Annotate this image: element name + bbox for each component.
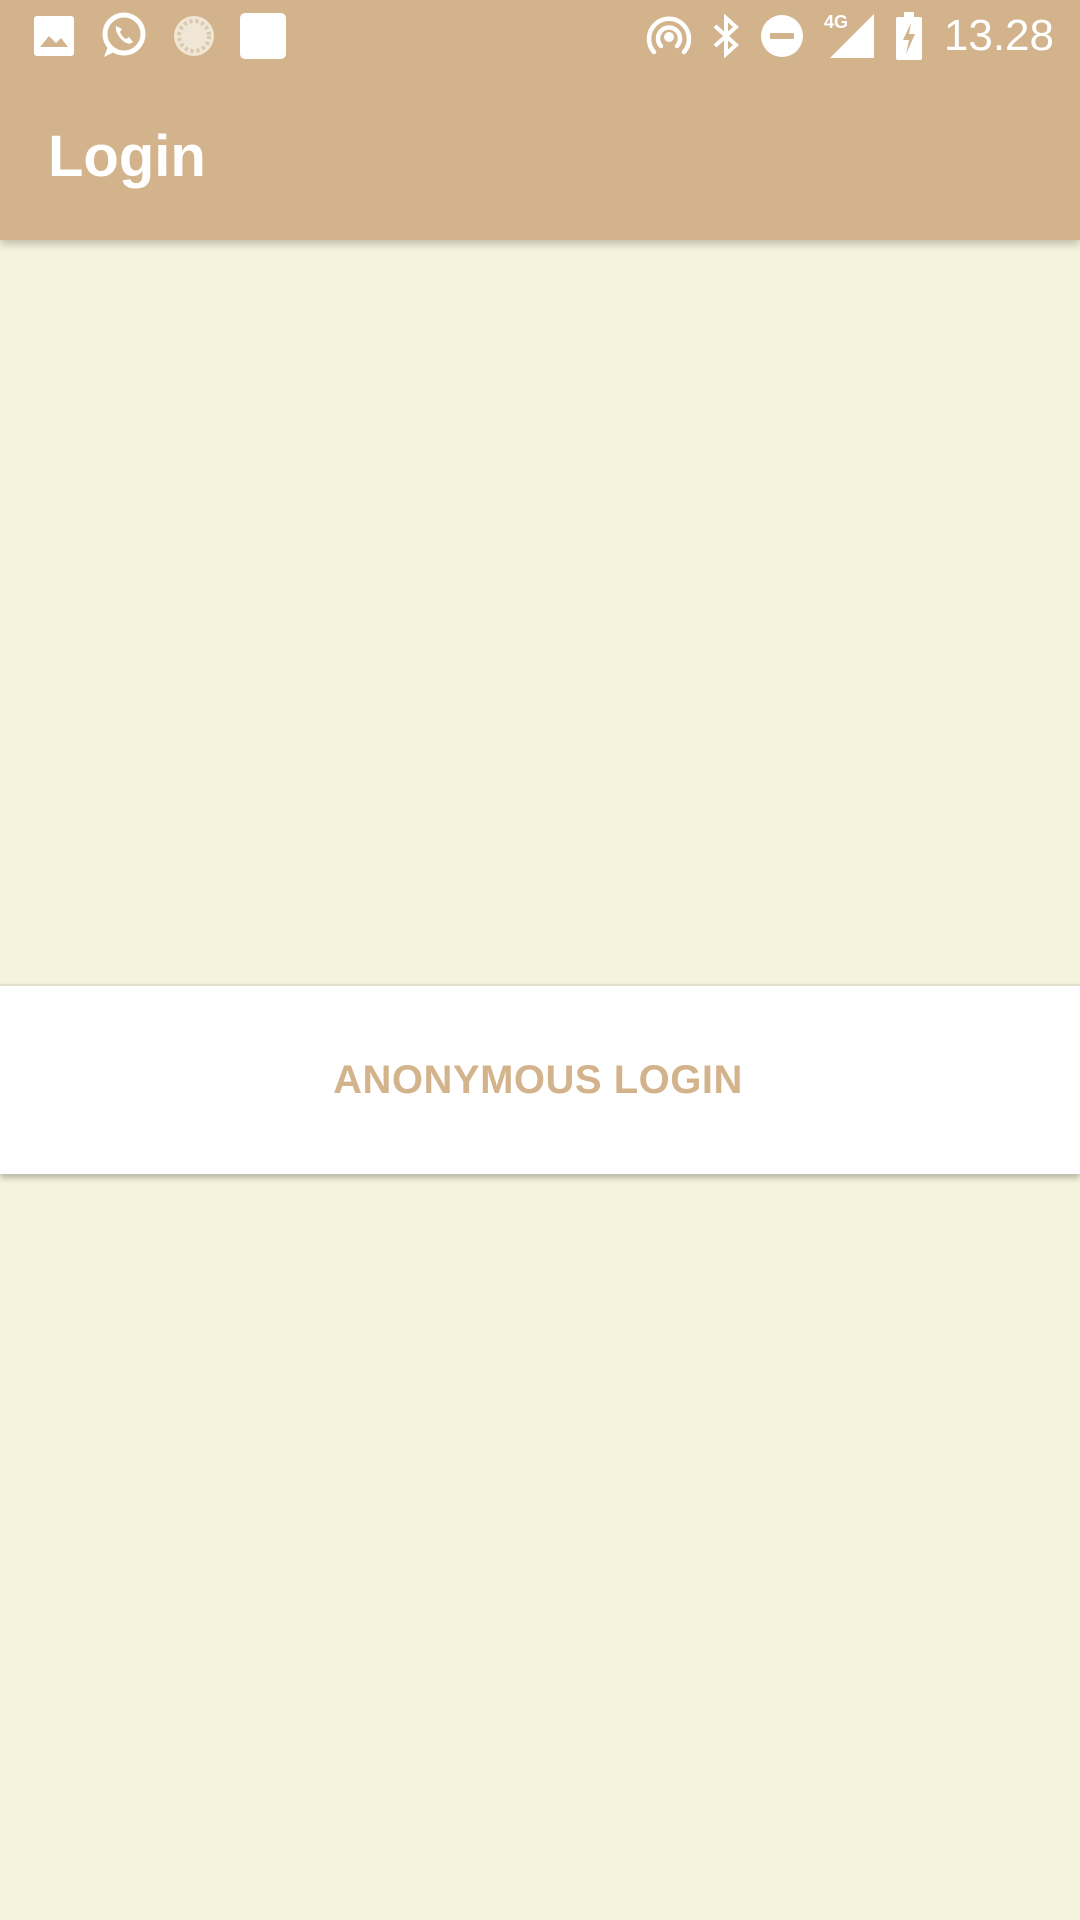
status-bar-notifications xyxy=(34,12,310,60)
app-bar: 4G 13.28 Login xyxy=(0,0,1080,240)
whatsapp-icon xyxy=(98,11,148,61)
hotspot-icon xyxy=(646,14,692,58)
status-bar-system: 4G 13.28 xyxy=(628,11,1054,60)
bluetooth-icon xyxy=(710,14,742,58)
loading-icon xyxy=(172,14,216,58)
cellular-signal-icon: 4G xyxy=(822,12,878,60)
status-bar-time: 13.28 xyxy=(943,11,1054,60)
login-panel: ANONYMOUS LOGIN xyxy=(0,984,1080,1174)
status-bar: 4G 13.28 xyxy=(0,0,1080,72)
gallery-icon xyxy=(34,16,74,56)
anonymous-login-button[interactable]: ANONYMOUS LOGIN xyxy=(278,1030,798,1130)
do-not-disturb-icon xyxy=(760,14,804,58)
battery-charging-icon xyxy=(895,12,922,60)
network-type-label: 4G xyxy=(824,12,848,32)
square-notification-icon xyxy=(240,13,286,59)
page-title: Login xyxy=(48,124,206,189)
